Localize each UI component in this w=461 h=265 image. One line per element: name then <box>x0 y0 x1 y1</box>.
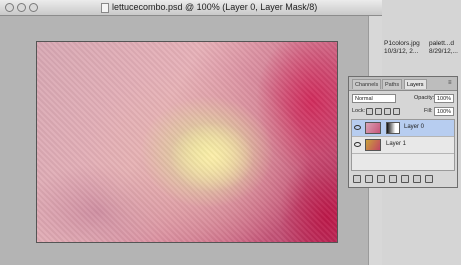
lock-pixels-icon[interactable] <box>375 108 382 115</box>
fill-input[interactable]: 100% <box>434 107 454 116</box>
lock-all-icon[interactable] <box>393 108 400 115</box>
lock-fill-row: Lock: Fill: 100% <box>352 107 456 118</box>
panel-menu-icon[interactable]: ≡ <box>448 80 454 86</box>
layer-thumbnail <box>365 122 381 134</box>
layer-name: Layer 1 <box>386 141 407 147</box>
lock-label: Lock: <box>352 108 366 114</box>
tab-layers[interactable]: Layers <box>404 79 427 89</box>
layers-panel-footer <box>351 174 455 185</box>
visibility-eye-icon[interactable] <box>354 142 361 147</box>
desktop-file-palette[interactable]: palett...d 8/29/12,... <box>429 40 458 56</box>
lock-transparency-icon[interactable] <box>366 108 373 115</box>
zoom-window-button[interactable] <box>29 3 38 12</box>
layer-thumbnail <box>365 139 381 151</box>
desktop-file-date: 8/29/12,... <box>429 48 458 55</box>
desktop-file-name: P1colors.jpg <box>384 40 420 47</box>
panel-tabs: Channels Paths Layers ≡ <box>349 77 457 91</box>
title-bar[interactable]: lettucecombo.psd @ 100% (Layer 0, Layer … <box>0 0 382 16</box>
layer-style-icon[interactable] <box>365 175 373 183</box>
document-window: lettucecombo.psd @ 100% (Layer 0, Layer … <box>0 0 382 265</box>
document-icon <box>101 3 109 13</box>
blend-mode-select[interactable]: Normal <box>352 94 396 103</box>
link-layers-icon[interactable] <box>353 175 361 183</box>
layer-name: Layer 0 <box>404 124 425 130</box>
layers-list: Layer 0 Layer 1 <box>351 119 455 171</box>
layer-row-layer-1[interactable]: Layer 1 <box>352 137 454 154</box>
fill-label: Fill: <box>424 108 433 114</box>
tab-channels[interactable]: Channels <box>352 79 382 89</box>
adjustment-layer-icon[interactable] <box>389 175 397 183</box>
add-mask-icon[interactable] <box>377 175 385 183</box>
layers-panel: Channels Paths Layers ≡ Normal Opacity: … <box>348 76 458 188</box>
new-layer-icon[interactable] <box>413 175 421 183</box>
opacity-label: Opacity: <box>414 95 435 101</box>
desktop-file-name: palett...d <box>429 40 454 47</box>
new-group-icon[interactable] <box>401 175 409 183</box>
lock-position-icon[interactable] <box>384 108 391 115</box>
minimize-window-button[interactable] <box>17 3 26 12</box>
trash-icon[interactable] <box>425 175 433 183</box>
layer-mask-thumbnail[interactable] <box>386 122 400 134</box>
desktop-file-date: 10/3/12, 2... <box>384 48 419 55</box>
rose-image-canvas[interactable] <box>37 42 337 242</box>
desktop-file-p1colors[interactable]: P1colors.jpg 10/3/12, 2... <box>384 40 420 56</box>
tab-paths[interactable]: Paths <box>382 79 403 89</box>
close-window-button[interactable] <box>5 3 14 12</box>
visibility-eye-icon[interactable] <box>354 125 361 130</box>
layer-row-layer-0[interactable]: Layer 0 <box>352 120 454 137</box>
blend-opacity-row: Normal Opacity: 100% <box>352 94 456 105</box>
opacity-input[interactable]: 100% <box>434 94 454 103</box>
window-title: lettucecombo.psd @ 100% (Layer 0, Layer … <box>112 2 318 12</box>
